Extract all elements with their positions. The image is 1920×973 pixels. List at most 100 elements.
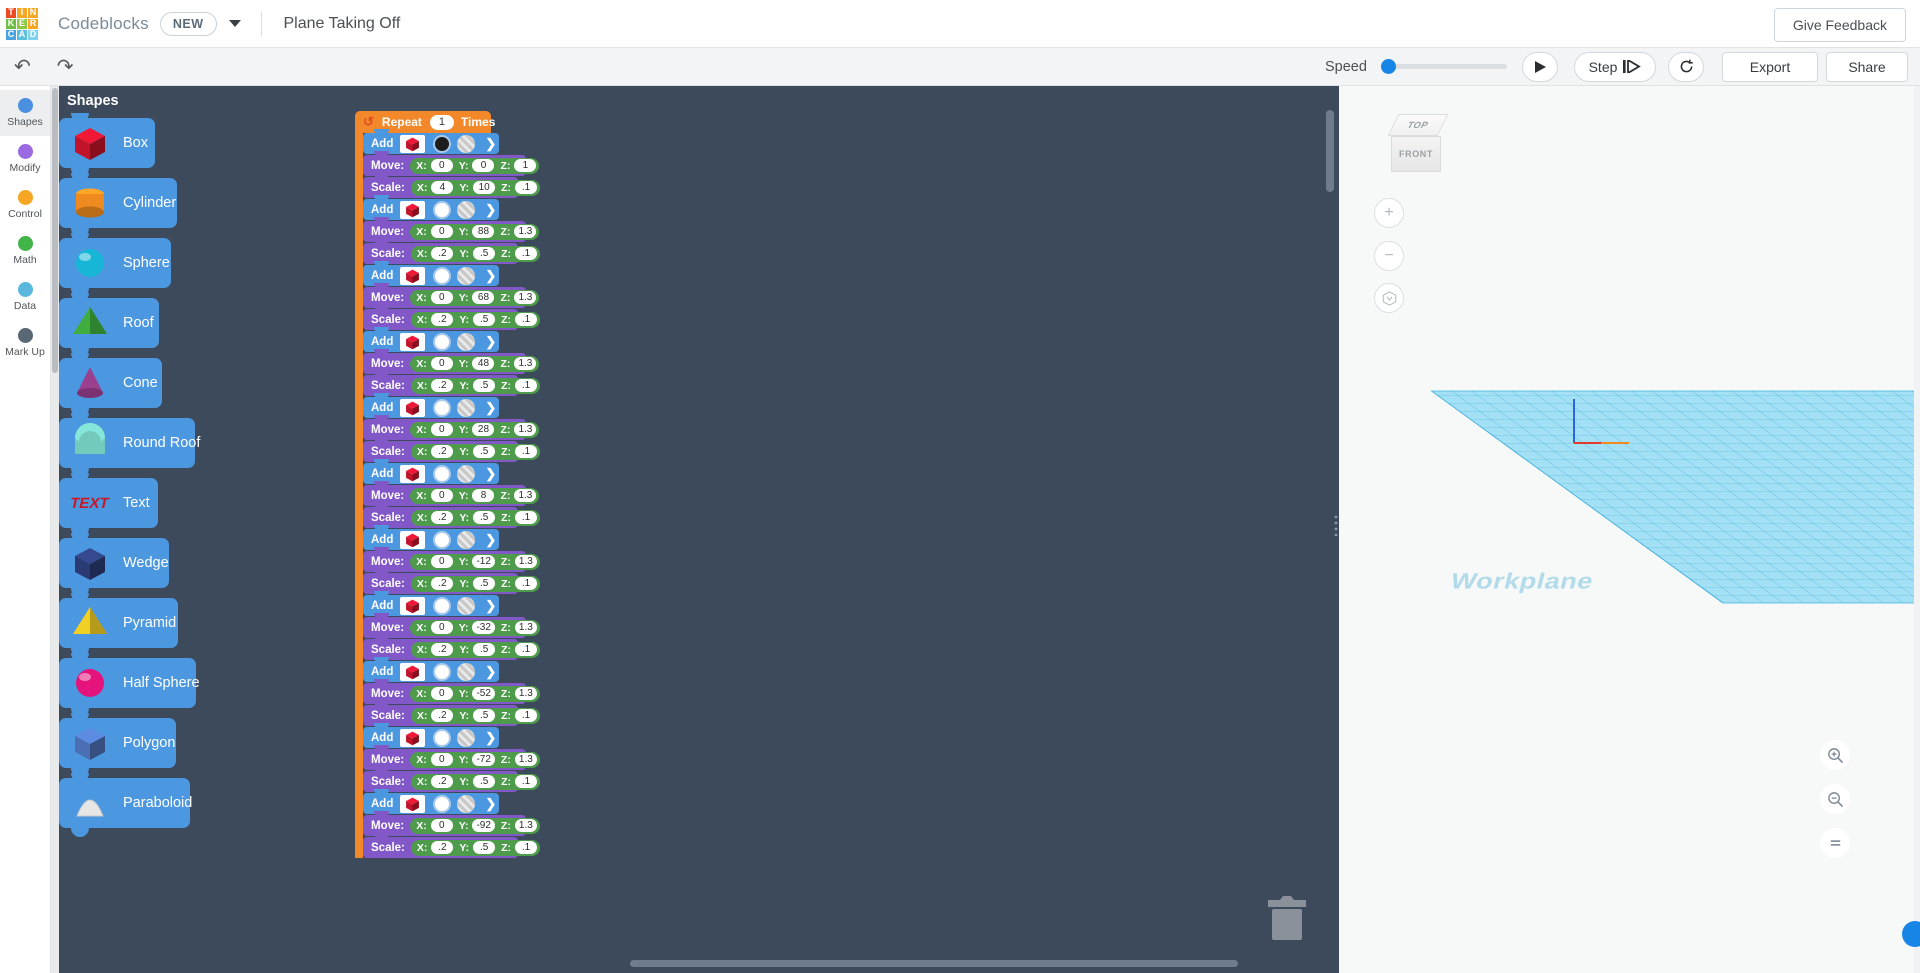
restart-button[interactable]	[1668, 52, 1704, 82]
scale-y-field[interactable]: .5	[473, 445, 495, 458]
box-icon[interactable]	[400, 465, 425, 483]
speed-slider-knob[interactable]	[1381, 59, 1396, 74]
shape-block-round-roof[interactable]: Round Roof	[59, 418, 195, 468]
rail-item-control[interactable]: Control	[0, 182, 50, 228]
color-swatch-white[interactable]	[433, 531, 451, 549]
step-button[interactable]: Step	[1574, 52, 1656, 82]
view-cube[interactable]: TOP FRONT	[1387, 114, 1449, 176]
color-swatch-white[interactable]	[433, 201, 451, 219]
hole-swatch-icon[interactable]	[457, 135, 475, 153]
scale-z-field[interactable]: .1	[515, 511, 537, 524]
move-y-field[interactable]: 0	[472, 159, 494, 172]
color-swatch-white[interactable]	[433, 597, 451, 615]
shape-block-paraboloid[interactable]: Paraboloid	[59, 778, 190, 828]
scale-y-field[interactable]: .5	[473, 511, 495, 524]
move-z-field[interactable]: 1.3	[514, 291, 536, 304]
scale-x-field[interactable]: .2	[431, 775, 453, 788]
shape-block-cone[interactable]: Cone	[59, 358, 162, 408]
move-x-field[interactable]: 0	[431, 357, 453, 370]
scale-x-field[interactable]: .2	[431, 247, 453, 260]
chevron-right-icon[interactable]: ❯	[485, 730, 496, 746]
move-y-field[interactable]: 8	[472, 489, 494, 502]
box-icon[interactable]	[400, 333, 425, 351]
hole-swatch-icon[interactable]	[457, 663, 475, 681]
chevron-right-icon[interactable]: ❯	[485, 400, 496, 416]
box-icon[interactable]	[400, 795, 425, 813]
chevron-right-icon[interactable]: ❯	[485, 268, 496, 284]
scale-x-field[interactable]: .2	[431, 313, 453, 326]
rail-item-shapes[interactable]: Shapes	[0, 90, 50, 136]
scale-y-field[interactable]: .5	[473, 247, 495, 260]
move-z-field[interactable]: 1.3	[514, 357, 536, 370]
chevron-right-icon[interactable]: ❯	[485, 136, 496, 152]
move-z-field[interactable]: 1.3	[514, 489, 536, 502]
move-x-field[interactable]: 0	[431, 555, 453, 568]
scale-y-field[interactable]: .5	[473, 709, 495, 722]
move-z-field[interactable]: 1.3	[515, 555, 537, 568]
scale-x-field[interactable]: .2	[431, 511, 453, 524]
fit-to-view-button[interactable]	[1374, 283, 1404, 313]
canvas-horizontal-scrollbar[interactable]	[630, 960, 1238, 967]
chevron-right-icon[interactable]: ❯	[485, 466, 496, 482]
box-icon[interactable]	[400, 201, 425, 219]
scale-z-field[interactable]: .1	[515, 643, 537, 656]
shape-block-cylinder[interactable]: Cylinder	[59, 178, 177, 228]
scale-z-field[interactable]: .1	[515, 577, 537, 590]
move-y-field[interactable]: -32	[472, 621, 494, 634]
hole-swatch-icon[interactable]	[457, 399, 475, 417]
chevron-right-icon[interactable]: ❯	[485, 598, 496, 614]
scale-y-field[interactable]: .5	[473, 577, 495, 590]
shapes-panel-scrollbar[interactable]	[51, 86, 59, 973]
move-x-field[interactable]: 0	[431, 687, 453, 700]
scale-y-field[interactable]: .5	[473, 775, 495, 788]
canvas-vertical-scrollbar[interactable]	[1326, 110, 1334, 192]
shape-block-half-sphere[interactable]: Half Sphere	[59, 658, 196, 708]
move-y-field[interactable]: 28	[472, 423, 494, 436]
scale-y-field[interactable]: .5	[473, 841, 495, 854]
scale-z-field[interactable]: .1	[515, 313, 537, 326]
box-icon[interactable]	[400, 531, 425, 549]
box-icon[interactable]	[400, 399, 425, 417]
shape-block-wedge[interactable]: Wedge	[59, 538, 169, 588]
play-button[interactable]	[1522, 52, 1558, 82]
scale-z-field[interactable]: .1	[515, 379, 537, 392]
move-y-field[interactable]: -12	[472, 555, 494, 568]
undo-arrow-icon[interactable]: ↶	[14, 57, 31, 77]
viewport-zoom-in-button[interactable]	[1820, 740, 1850, 770]
view-cube-front-face[interactable]: FRONT	[1391, 136, 1441, 172]
repeat-count-field[interactable]: 1	[430, 115, 454, 130]
chevron-right-icon[interactable]: ❯	[485, 796, 496, 812]
speed-slider[interactable]	[1385, 64, 1507, 69]
move-y-field[interactable]: -52	[472, 687, 494, 700]
shape-block-pyramid[interactable]: Pyramid	[59, 598, 178, 648]
scale-block[interactable]: Scale:X:.2Y:.5Z:.1	[363, 837, 518, 858]
scale-z-field[interactable]: .1	[515, 841, 537, 854]
viewport-3d[interactable]: TOP FRONT + −	[1339, 86, 1920, 973]
hole-swatch-icon[interactable]	[457, 333, 475, 351]
move-z-field[interactable]: 1.3	[514, 225, 536, 238]
shape-block-roof[interactable]: Roof	[59, 298, 159, 348]
rail-item-math[interactable]: Math	[0, 228, 50, 274]
move-x-field[interactable]: 0	[431, 159, 453, 172]
hole-swatch-icon[interactable]	[457, 267, 475, 285]
scale-z-field[interactable]: .1	[515, 247, 537, 260]
chevron-right-icon[interactable]: ❯	[485, 334, 496, 350]
chevron-right-icon[interactable]: ❯	[485, 664, 496, 680]
color-swatch-white[interactable]	[433, 399, 451, 417]
hole-swatch-icon[interactable]	[457, 465, 475, 483]
scale-y-field[interactable]: 10	[473, 181, 495, 194]
scale-x-field[interactable]: 4	[431, 181, 453, 194]
shape-block-sphere[interactable]: Sphere	[59, 238, 171, 288]
move-y-field[interactable]: -92	[472, 819, 494, 832]
move-x-field[interactable]: 0	[431, 489, 453, 502]
code-canvas[interactable]: ↺ Repeat 1 Times Add❯Move:X:0Y:0Z:1Scale…	[300, 86, 1339, 973]
move-z-field[interactable]: 1.3	[515, 687, 537, 700]
color-swatch-white[interactable]	[433, 795, 451, 813]
rail-item-data[interactable]: Data	[0, 274, 50, 320]
box-icon[interactable]	[400, 597, 425, 615]
shapes-panel-scroll-thumb[interactable]	[52, 88, 58, 373]
move-x-field[interactable]: 0	[431, 423, 453, 436]
scale-x-field[interactable]: .2	[431, 577, 453, 590]
scale-x-field[interactable]: .2	[431, 709, 453, 722]
tinkercad-logo[interactable]: TINKERCAD	[6, 8, 38, 40]
